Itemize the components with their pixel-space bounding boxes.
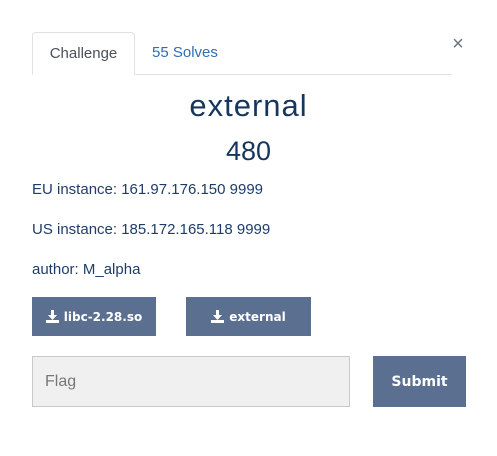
tab-challenge[interactable]: Challenge [32,32,135,75]
challenge-value: 480 [225,136,272,166]
author-text: author: M_alpha [32,261,141,278]
download-libc-button[interactable]: libc-2.28.so [32,297,156,336]
challenge-name: external [189,88,308,123]
download-icon [45,310,59,323]
eu-instance-text: EU instance: 161.97.176.150 9999 [32,181,264,198]
flag-input[interactable] [32,356,350,407]
close-icon[interactable]: × [449,33,467,55]
us-instance-text: US instance: 185.172.165.118 9999 [32,221,271,238]
tab-solves[interactable]: 55 Solves [152,32,218,74]
tab-bar: Challenge 55 Solves [32,32,452,75]
download-external-button[interactable]: external [186,297,311,336]
download-libc-label: libc-2.28.so [63,309,143,324]
download-external-label: external [229,309,286,324]
submit-button[interactable]: Submit [373,356,466,407]
download-icon [211,310,225,323]
